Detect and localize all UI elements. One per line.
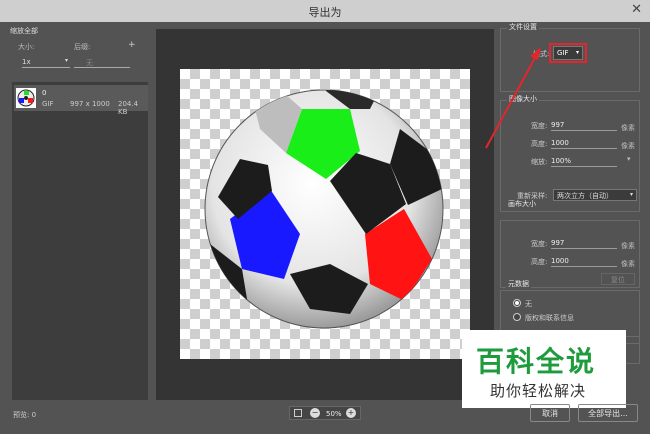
asset-format: GIF [42,100,54,108]
canvas-width-unit: 像素 [621,242,635,250]
chevron-down-icon: ▾ [629,191,633,198]
height-unit: 像素 [621,142,635,150]
canvas-height-input[interactable]: 1000 [551,257,617,267]
export-all-button[interactable]: 全部导出... [578,404,638,422]
size-label: 大小: [18,43,35,51]
width-unit: 像素 [621,124,635,132]
scale-all-header: 缩放全部 [10,27,38,35]
zoom-level: 50% [326,410,342,418]
resample-select[interactable]: 两次立方（自动） ▾ [553,189,637,201]
preview-canvas [180,69,470,359]
preview-area [156,29,494,400]
metadata-none-radio[interactable] [513,299,521,307]
format-highlight-box [549,43,587,63]
asset-dimensions: 997 x 1000 [70,100,110,108]
window-title: 导出为 [308,6,342,19]
scale-input[interactable]: 100% [551,157,617,167]
image-size-section: 图像大小 宽度: 997 像素 高度: 1000 像素 缩放: 100% ▾ 重… [500,94,640,212]
metadata-none-label: 无 [525,300,532,308]
asset-list: 0 GIF 997 x 1000 204.4 KB [12,82,148,400]
asset-name: 0 [42,89,47,97]
metadata-copyright-radio[interactable] [513,313,521,321]
scale-select[interactable]: 1x ▾ [22,57,70,68]
canvas-width-input[interactable]: 997 [551,239,617,249]
metadata-title: 元数据 [506,279,531,289]
cancel-button[interactable]: 取消 [530,404,570,422]
file-settings-title: 文件设置 [507,22,539,32]
soccer-ball-image [204,89,444,329]
watermark-title: 百科全说 [476,345,597,378]
chevron-down-icon: ▾ [64,57,68,64]
resample-value: 两次立方（自动） [557,192,613,200]
close-icon[interactable]: ✕ [631,2,642,17]
zoom-out-icon[interactable]: − [310,408,320,418]
scale-value: 1x [22,58,31,66]
suffix-label: 后缀: [74,43,91,51]
scale-all-panel: 缩放全部 大小: 后缀: + 1x ▾ 无 0 GIF 997 x 1000 2… [10,26,150,400]
zoom-bar: − 50% + [289,406,361,420]
zoom-in-icon[interactable]: + [346,408,356,418]
height-input[interactable]: 1000 [551,139,617,149]
suffix-input[interactable]: 无 [74,58,130,68]
watermark-subtitle: 助你轻松解决 [490,382,587,400]
canvas-height-unit: 像素 [621,260,635,268]
file-settings-section: 文件设置 格式: GIF ▾ [500,22,640,92]
canvas-height-label: 高度: [531,258,548,266]
list-item[interactable]: 0 GIF 997 x 1000 204.4 KB [14,85,148,116]
width-label: 宽度: [531,122,548,130]
chevron-down-icon[interactable]: ▾ [627,155,631,163]
preview-count: 预览: 0 [13,411,37,419]
fit-screen-icon[interactable] [294,409,302,417]
title-bar: 导出为 ✕ [0,0,650,22]
canvas-size-box: 宽度: 997 像素 高度: 1000 像素 复位 [500,220,640,288]
width-input[interactable]: 997 [551,121,617,131]
height-label: 高度: [531,140,548,148]
image-size-title: 图像大小 [507,94,539,104]
metadata-copyright-label: 版权和联系信息 [525,314,574,322]
add-scale-icon[interactable]: + [128,40,136,50]
asset-size: 204.4 KB [118,100,139,116]
canvas-size-title: 画布大小 [506,199,538,209]
canvas-width-label: 宽度: [531,240,548,248]
scale-label: 缩放: [531,158,548,166]
format-label: 格式: [533,50,550,58]
asset-thumbnail [16,88,36,108]
watermark-logo: 百科全说 助你轻松解决 [462,330,626,408]
